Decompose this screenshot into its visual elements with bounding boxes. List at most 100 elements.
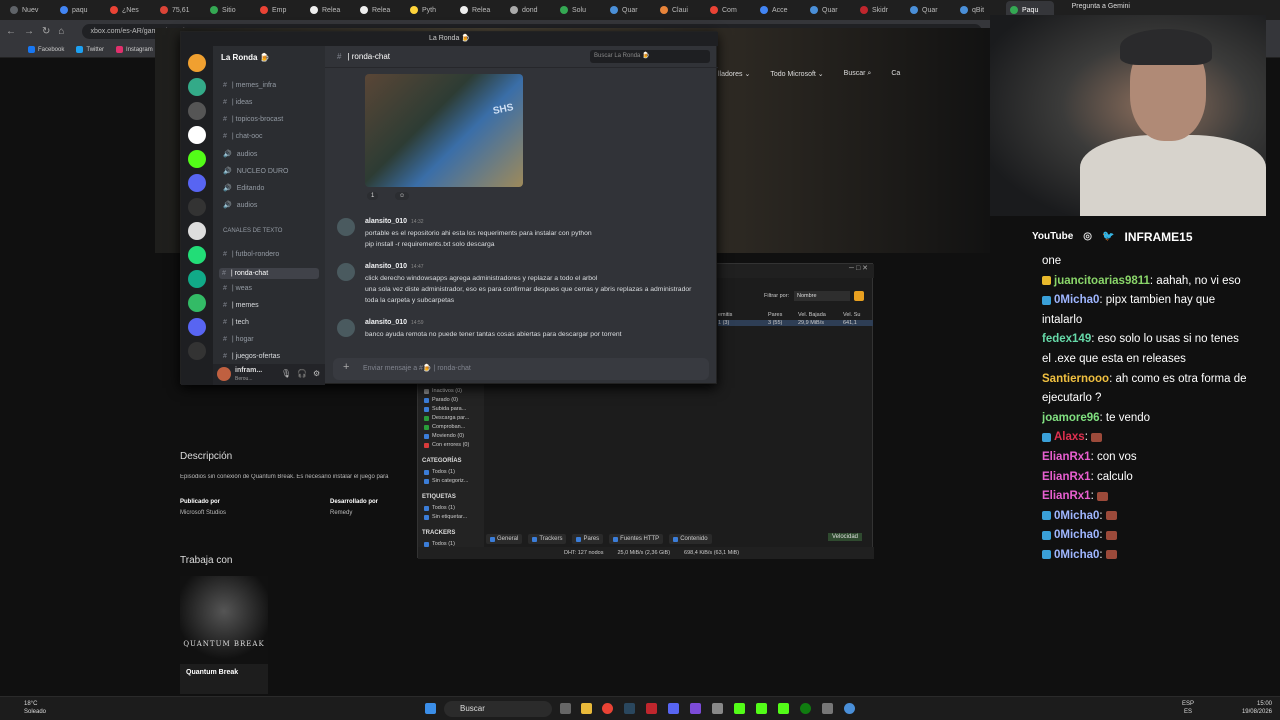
qbt-tab[interactable]: Contenido (669, 534, 712, 544)
chat-username[interactable]: Santiernooo (1042, 373, 1109, 385)
nav-item[interactable]: lladores ⌄ (718, 70, 750, 78)
qbt-filter-select[interactable]: Nombre (794, 291, 850, 301)
add-attachment-icon[interactable]: + (343, 361, 349, 373)
status-filter[interactable]: Moviendo (0) (424, 433, 464, 439)
browser-tab[interactable]: Emp (256, 1, 304, 19)
chat-username[interactable]: joamore96 (1042, 412, 1100, 424)
message-author[interactable]: alansito_010 14:32 (365, 218, 424, 225)
app-icon[interactable] (690, 703, 701, 714)
chat-username[interactable]: Alaxs (1054, 431, 1085, 443)
message-input[interactable]: Enviar mensaje a #🍺 | ronda-chat (333, 358, 709, 380)
task-view-icon[interactable] (560, 703, 571, 714)
bookmark[interactable]: Facebook (28, 46, 64, 53)
browser-tab[interactable]: Quar (606, 1, 654, 19)
chat-username[interactable]: ElianRx1 (1042, 490, 1091, 502)
browser-tab[interactable]: Claui (656, 1, 704, 19)
text-channel-item[interactable]: # | ronda-chat (219, 268, 319, 279)
back-icon[interactable]: ← (6, 26, 16, 37)
server-icon[interactable] (188, 54, 206, 72)
headphones-icon[interactable]: 🎧 (297, 369, 307, 378)
xbox-icon[interactable] (800, 703, 811, 714)
text-channel-item[interactable]: # | juegos-ofertas (223, 353, 323, 360)
avatar[interactable] (337, 319, 355, 337)
status-filter[interactable]: Subida para... (424, 406, 466, 412)
channel-item[interactable]: # | topicos-brocast (223, 116, 323, 123)
status-filter[interactable]: Inactivos (0) (424, 388, 462, 394)
qbt-tab[interactable]: General (486, 534, 523, 544)
kick-icon[interactable] (756, 703, 767, 714)
taskbar-search[interactable]: Buscar (444, 701, 552, 717)
message-author[interactable]: alansito_010 14:47 (365, 263, 424, 270)
server-icon[interactable] (188, 150, 206, 168)
qbt-section-title[interactable]: ETIQUETAS (422, 494, 456, 500)
explorer-icon[interactable] (581, 703, 592, 714)
category-text-channels[interactable]: CANALES DE TEXTO (223, 228, 323, 234)
channel-item[interactable]: # | chat-ooc (223, 133, 323, 140)
qbt-filter-item[interactable]: Todos (1) (424, 469, 455, 475)
server-icon[interactable] (188, 270, 206, 288)
server-icon[interactable] (188, 318, 206, 336)
server-icon[interactable] (188, 78, 206, 96)
avatar[interactable] (337, 218, 355, 236)
qbt-filter-item[interactable]: Sin categoriz... (424, 478, 468, 484)
gemini-button[interactable]: Pregunta a Gemini (1072, 3, 1130, 10)
browser-tab[interactable]: Relea (356, 1, 404, 19)
browser-tab[interactable]: dond (506, 1, 554, 19)
nav-item[interactable]: Buscar ⌕ (844, 70, 872, 78)
text-channel-item[interactable]: # | memes (223, 302, 323, 309)
server-icon[interactable] (188, 294, 206, 312)
column-header[interactable]: emitis (718, 312, 768, 318)
chat-username[interactable]: 0Micha0 (1054, 549, 1099, 561)
qbt-torrent-table[interactable]: emitis Pares Vel. Bajada Vel. Su 1 (3) 3… (718, 312, 873, 326)
language-indicator[interactable]: ESP ES (1182, 700, 1194, 716)
bookmark[interactable]: Twitter (76, 46, 104, 53)
qbt-tab[interactable]: Pares (572, 534, 604, 544)
browser-tab[interactable]: Pyth (406, 1, 454, 19)
start-icon[interactable] (425, 703, 436, 714)
avatar[interactable] (337, 263, 355, 281)
kick-icon[interactable] (778, 703, 789, 714)
status-filter[interactable]: Comproban... (424, 424, 465, 430)
qbt-filter-item[interactable]: Todos (1) (424, 505, 455, 511)
status-filter[interactable]: Parado (0) (424, 397, 458, 403)
kick-icon[interactable] (734, 703, 745, 714)
qbt-filter-item[interactable]: Sin etiquetar... (424, 514, 467, 520)
avatar[interactable] (217, 367, 231, 381)
search-input[interactable]: Buscar La Ronda 🍺 (590, 50, 710, 63)
server-icon[interactable] (188, 246, 206, 264)
chat-username[interactable]: 0Micha0 (1054, 529, 1099, 541)
app-icon[interactable] (712, 703, 723, 714)
server-icon[interactable] (188, 198, 206, 216)
server-name[interactable]: La Ronda 🍺 (221, 53, 270, 62)
server-icon[interactable] (188, 126, 206, 144)
chrome-icon[interactable] (602, 703, 613, 714)
channel-item[interactable]: 🔊 audios (223, 150, 323, 159)
qbt-tab[interactable]: Fuentes HTTP (609, 534, 664, 544)
discord-icon[interactable] (668, 703, 679, 714)
column-header[interactable]: Pares (768, 312, 798, 318)
chat-username[interactable]: ElianRx1 (1042, 451, 1091, 463)
browser-tab[interactable]: Skidr (856, 1, 904, 19)
text-channel-item[interactable]: # | weas (223, 285, 323, 292)
browser-tab[interactable]: Acce (756, 1, 804, 19)
browser-tab[interactable]: Quar (906, 1, 954, 19)
qbt-tab[interactable]: Trackers (528, 534, 567, 544)
message-author[interactable]: alansito_010 14:59 (365, 319, 424, 326)
server-icon[interactable] (188, 342, 206, 360)
forward-icon[interactable]: → (24, 26, 34, 37)
mic-icon[interactable]: 🎙 (281, 369, 291, 378)
status-filter[interactable]: Con errores (0) (424, 442, 469, 448)
game-card[interactable]: QUANTUM BREAK Quantum Break (180, 576, 268, 694)
browser-tab[interactable]: Sitio (206, 1, 254, 19)
server-icon[interactable] (188, 102, 206, 120)
browser-tab[interactable]: 75,61 (156, 1, 204, 19)
chat-username[interactable]: 0Micha0 (1054, 294, 1099, 306)
status-filter[interactable]: Descarga par... (424, 415, 469, 421)
browser-tab[interactable]: ¿Nes (106, 1, 154, 19)
browser-tab[interactable]: Solu (556, 1, 604, 19)
chat-username[interactable]: 0Micha0 (1054, 510, 1099, 522)
channel-item[interactable]: # | ideas (223, 99, 323, 106)
clock[interactable]: 15:00 19/08/2026 (1242, 700, 1272, 716)
browser-tab[interactable]: Relea (306, 1, 354, 19)
browser-tab[interactable]: paqu (56, 1, 104, 19)
